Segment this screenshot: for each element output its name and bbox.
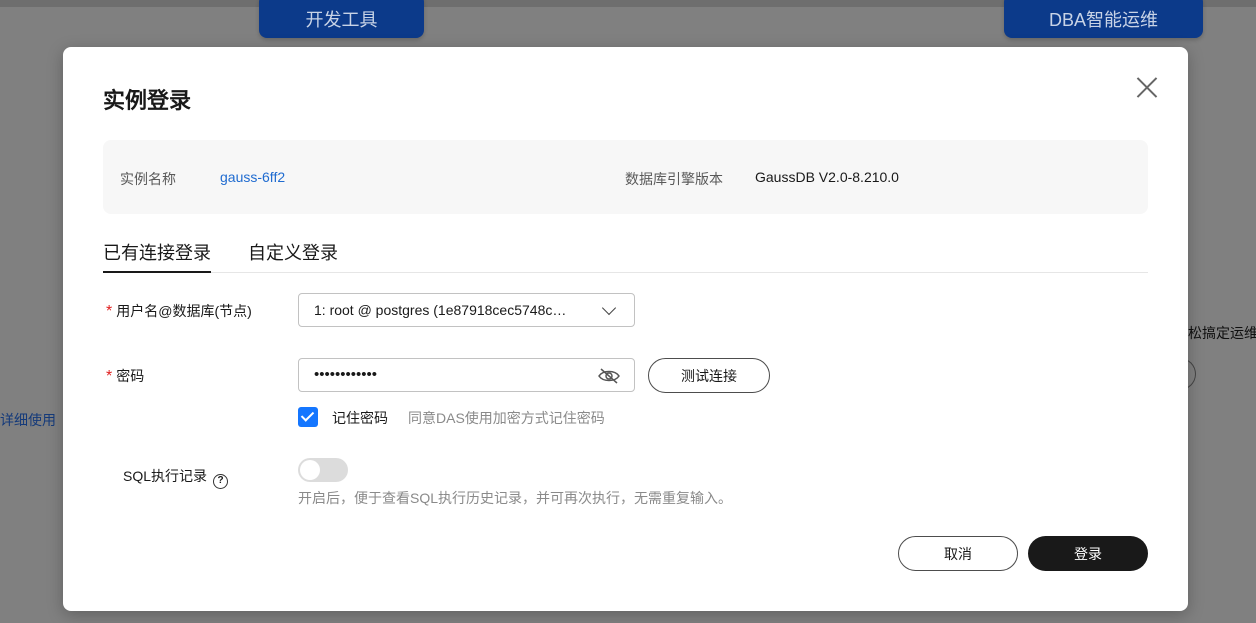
login-button[interactable]: 登录 [1028, 536, 1148, 571]
engine-version-label: 数据库引擎版本 [625, 171, 723, 187]
devtools-button: 开发工具 [259, 0, 424, 38]
remember-password-checkbox[interactable] [298, 407, 318, 427]
user-db-label: * 用户名@数据库(节点) [106, 303, 252, 320]
remember-password-hint: 同意DAS使用加密方式记住密码 [408, 410, 605, 426]
tab-custom-login[interactable]: 自定义登录 [248, 239, 338, 273]
instance-info-panel: 实例名称 gauss-6ff2 数据库引擎版本 GaussDB V2.0-8.2… [103, 140, 1148, 214]
eye-hidden-icon[interactable] [598, 368, 620, 384]
background-usage-link: 详细使用 [0, 412, 56, 428]
instance-login-dialog: 实例登录 实例名称 gauss-6ff2 数据库引擎版本 GaussDB V2.… [63, 47, 1188, 611]
required-mark: * [106, 368, 113, 385]
sql-record-toggle[interactable] [298, 458, 348, 482]
tab-existing-connection[interactable]: 已有连接登录 [103, 239, 211, 273]
sql-record-hint: 开启后，便于查看SQL执行历史记录，并可再次执行，无需重复输入。 [298, 490, 733, 506]
login-tabs: 已有连接登录 自定义登录 [103, 237, 1148, 273]
user-db-select[interactable]: 1: root @ postgres (1e87918cec5748c… [298, 293, 635, 327]
test-connection-button[interactable]: 测试连接 [648, 358, 770, 393]
password-input[interactable]: •••••••••••• [298, 358, 635, 392]
chevron-down-icon [601, 300, 617, 316]
help-icon[interactable]: ? [213, 474, 229, 489]
engine-version-value: GaussDB V2.0-8.210.0 [755, 169, 899, 185]
sql-record-label: SQL执行记录? [123, 466, 229, 489]
instance-name-link[interactable]: gauss-6ff2 [220, 169, 285, 185]
remember-password-label: 记住密码 [332, 410, 388, 426]
cancel-button[interactable]: 取消 [898, 536, 1018, 571]
background-ops-text: 松搞定运维 [1188, 325, 1256, 341]
user-db-selected-value: 1: root @ postgres (1e87918cec5748c… [314, 302, 567, 318]
password-label: * 密码 [106, 368, 145, 385]
required-mark: * [106, 303, 113, 320]
instance-name-label: 实例名称 [120, 171, 176, 187]
dba-ops-button: DBA智能运维 [1004, 0, 1203, 38]
close-icon[interactable] [1135, 75, 1159, 99]
password-masked-value: •••••••••••• [314, 366, 378, 383]
dialog-title: 实例登录 [103, 88, 192, 113]
